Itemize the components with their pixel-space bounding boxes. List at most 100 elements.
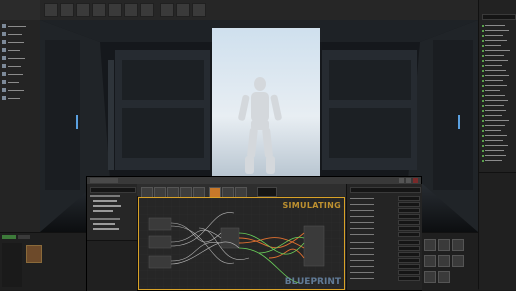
blueprint-title-bar[interactable] — [87, 177, 421, 184]
modes-item[interactable] — [2, 39, 38, 45]
details-row[interactable] — [350, 195, 420, 201]
folder-tree[interactable] — [2, 243, 22, 287]
event-graph-item[interactable] — [93, 200, 117, 202]
outliner-row[interactable] — [482, 39, 515, 42]
outliner-row[interactable] — [482, 74, 515, 77]
details-row[interactable] — [350, 257, 420, 263]
asset-thumbnail[interactable] — [26, 245, 42, 263]
maximize-icon[interactable] — [406, 178, 411, 183]
asset-thumbnail[interactable] — [452, 239, 464, 251]
outliner-row[interactable] — [482, 29, 515, 32]
build-button[interactable] — [160, 3, 174, 17]
details-row[interactable] — [350, 251, 420, 257]
outliner-row[interactable] — [482, 79, 515, 82]
save-button[interactable] — [44, 3, 58, 17]
asset-thumbnail[interactable] — [424, 255, 436, 267]
details-row[interactable] — [350, 219, 420, 225]
outliner-row[interactable] — [482, 84, 515, 87]
outliner-row[interactable] — [482, 129, 515, 132]
add-new-button[interactable] — [2, 235, 16, 239]
details-row[interactable] — [350, 245, 420, 251]
trigger-icon — [2, 80, 6, 84]
play-button[interactable] — [176, 3, 190, 17]
search-input[interactable] — [90, 187, 136, 193]
launch-button[interactable] — [192, 3, 206, 17]
details-row[interactable] — [350, 263, 420, 269]
outliner-row[interactable] — [482, 99, 515, 102]
debug-filter-select[interactable] — [257, 187, 277, 197]
outliner-row[interactable] — [482, 149, 515, 152]
asset-thumbnail[interactable] — [438, 239, 450, 251]
content-button[interactable] — [76, 3, 90, 17]
function-item[interactable] — [93, 205, 121, 207]
modes-item[interactable] — [2, 87, 38, 93]
light-icon — [2, 40, 6, 44]
modes-item[interactable] — [2, 71, 38, 77]
asset-thumbnail[interactable] — [424, 271, 436, 283]
outliner-row[interactable] — [482, 119, 515, 122]
outliner-row[interactable] — [482, 144, 515, 147]
function-item[interactable] — [93, 210, 113, 212]
graph-section[interactable] — [90, 195, 120, 197]
outliner-row[interactable] — [482, 154, 515, 157]
placement-icon — [2, 24, 6, 28]
event-graph-canvas[interactable]: SIMULATING BLUEPRINT — [138, 197, 345, 290]
details-row[interactable] — [350, 231, 420, 237]
details-row[interactable] — [350, 225, 420, 231]
details-row[interactable] — [350, 239, 420, 245]
marketplace-button[interactable] — [92, 3, 106, 17]
source-control-button[interactable] — [60, 3, 74, 17]
outliner-row[interactable] — [482, 89, 515, 92]
blueprints-button[interactable] — [124, 3, 138, 17]
details-row[interactable] — [350, 275, 420, 281]
outliner-row[interactable] — [482, 49, 515, 52]
variable-item[interactable] — [93, 228, 119, 230]
modes-item[interactable] — [2, 47, 38, 53]
variable-item[interactable] — [93, 223, 115, 225]
settings-button[interactable] — [108, 3, 122, 17]
outliner-search-input[interactable] — [482, 14, 516, 20]
outliner-row[interactable] — [482, 24, 515, 27]
outliner-row[interactable] — [482, 114, 515, 117]
outliner-row[interactable] — [482, 139, 515, 142]
cube-icon — [2, 32, 6, 36]
volume-icon — [2, 64, 6, 68]
outliner-row[interactable] — [482, 34, 515, 37]
modes-item[interactable] — [2, 31, 38, 37]
tab-blueprint[interactable] — [90, 178, 118, 183]
details-row[interactable] — [350, 207, 420, 213]
outliner-row[interactable] — [482, 109, 515, 112]
minimize-icon[interactable] — [399, 178, 404, 183]
details-search-input[interactable] — [350, 187, 421, 193]
outliner-row[interactable] — [482, 64, 515, 67]
outliner-row[interactable] — [482, 44, 515, 47]
outliner-row[interactable] — [482, 124, 515, 127]
asset-thumbnail[interactable] — [438, 271, 450, 283]
modes-item[interactable] — [2, 95, 38, 101]
modes-item[interactable] — [2, 79, 38, 85]
import-button[interactable] — [18, 235, 30, 239]
modes-item[interactable] — [2, 55, 38, 61]
world-outliner — [478, 0, 516, 290]
outliner-row[interactable] — [482, 94, 515, 97]
sphere-icon — [2, 56, 6, 60]
outliner-row[interactable] — [482, 134, 515, 137]
variables-section[interactable] — [90, 218, 120, 220]
outliner-row[interactable] — [482, 69, 515, 72]
modes-item[interactable] — [2, 23, 38, 29]
modes-item[interactable] — [2, 63, 38, 69]
details-row[interactable] — [350, 269, 420, 275]
asset-thumbnail[interactable] — [452, 255, 464, 267]
camera-icon — [2, 48, 6, 52]
asset-thumbnail[interactable] — [438, 255, 450, 267]
asset-thumbnail[interactable] — [424, 239, 436, 251]
outliner-row[interactable] — [482, 59, 515, 62]
close-icon[interactable] — [413, 178, 418, 183]
blueprint-editor-window[interactable]: SIMULATING BLUEPRINT — [86, 176, 422, 291]
cinematics-button[interactable] — [140, 3, 154, 17]
outliner-row[interactable] — [482, 54, 515, 57]
outliner-row[interactable] — [482, 104, 515, 107]
details-row[interactable] — [350, 201, 420, 207]
outliner-row[interactable] — [482, 159, 515, 162]
details-row[interactable] — [350, 213, 420, 219]
